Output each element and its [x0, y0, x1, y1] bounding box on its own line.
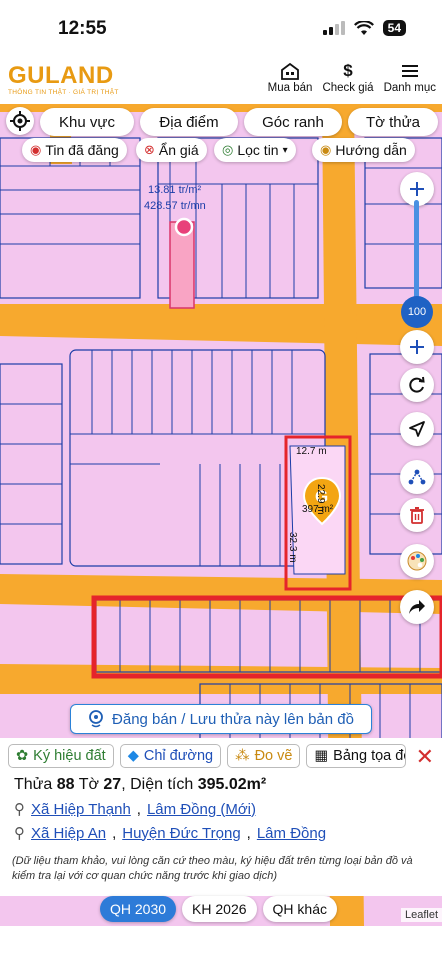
- old-address: ⚲ Xã Hiệp An, Huyện Đức Trọng, Lâm Đồng: [14, 824, 327, 843]
- refresh-icon: [409, 376, 425, 393]
- chip-filter[interactable]: ◎ Lọc tin ▾: [214, 138, 296, 162]
- measure-icon: ⁂: [235, 748, 250, 764]
- check-price-button[interactable]: $ Check giá: [322, 61, 373, 95]
- app-header: GULAND THÔNG TIN THẬT · GIÁ TRỊ THẬT Mua…: [0, 58, 442, 104]
- tool-row: ✿ Ký hiệu đất ◆ Chỉ đường ⁂ Đo vẽ ▦ Bảng…: [8, 744, 407, 768]
- parcel-info-panel: ✿ Ký hiệu đất ◆ Chỉ đường ⁂ Đo vẽ ▦ Bảng…: [0, 738, 442, 896]
- location-pin-icon: ⚲: [14, 825, 25, 842]
- table-icon: ▦: [314, 748, 329, 764]
- tab-qh-khac[interactable]: QH khác: [262, 896, 337, 922]
- location-filter-icon: ◎: [222, 142, 234, 157]
- signal-icon: [322, 21, 345, 35]
- chevron-down-icon: ▾: [282, 144, 288, 156]
- map-attribution[interactable]: Leaflet: [400, 908, 442, 922]
- location-pin-icon: ⚲: [14, 801, 25, 818]
- district-link[interactable]: Huyện Đức Trọng: [122, 825, 240, 842]
- tab-to-thua[interactable]: Tờ thửa: [348, 108, 438, 136]
- zoom-level-badge[interactable]: 100: [401, 296, 433, 328]
- tab-khu-vuc[interactable]: Khu vực: [40, 108, 134, 136]
- share-button[interactable]: [400, 590, 434, 624]
- dollar-icon: $: [343, 61, 353, 80]
- old-province-link[interactable]: Lâm Đồng: [257, 825, 326, 842]
- dim-top-label: 12.7 m: [296, 446, 327, 457]
- area-label: 397 m²: [302, 504, 334, 515]
- share-arrow-icon: [409, 600, 425, 614]
- coordinate-table-button[interactable]: ▦ Bảng tọa độ: [306, 744, 407, 768]
- navigation-arrow-icon: [409, 421, 425, 437]
- chip-posted-listings[interactable]: ◉ Tin đã đăng: [22, 138, 127, 162]
- directions-icon: ◆: [127, 748, 139, 764]
- plan-tabs: QH 2030 KH 2026 QH khác: [100, 896, 337, 922]
- chip-hide-price[interactable]: ⊗ Ẩn giá: [136, 138, 207, 162]
- listing-pin-icon: [174, 217, 194, 237]
- header-actions: Mua bán $ Check giá Danh mục: [268, 61, 436, 95]
- pin-post-icon: [89, 710, 103, 728]
- tab-goc-ranh[interactable]: Góc ranh: [244, 108, 342, 136]
- wifi-icon: [353, 20, 374, 35]
- plus-icon: [410, 182, 424, 196]
- old-ward-link[interactable]: Xã Hiệp An: [31, 825, 106, 842]
- crosshair-icon: [10, 111, 30, 131]
- close-panel-button[interactable]: ✕: [416, 744, 434, 770]
- tab-dia-diem[interactable]: Địa điểm: [140, 108, 238, 136]
- hide-price-icon: ⊗: [144, 142, 155, 157]
- gps-locate-button[interactable]: [6, 107, 34, 135]
- menu-button[interactable]: Danh mục: [384, 62, 436, 94]
- status-bar: 12:55 54: [0, 0, 442, 58]
- refresh-button[interactable]: [400, 368, 434, 402]
- province-link[interactable]: Lâm Đồng (Mới): [147, 801, 256, 818]
- ward-link[interactable]: Xã Hiệp Thạnh: [31, 801, 131, 818]
- chip-guide[interactable]: ◉ Hướng dẫn: [312, 138, 415, 162]
- trash-icon: [410, 507, 424, 524]
- eye-icon: ◉: [30, 142, 42, 157]
- guide-icon: ◉: [320, 142, 332, 157]
- status-time: 12:55: [58, 18, 107, 39]
- directions-button[interactable]: ◆ Chỉ đường: [119, 744, 222, 768]
- menu-icon: [401, 65, 418, 77]
- draw-vector-icon: [408, 469, 426, 485]
- draw-tool-button[interactable]: [400, 460, 434, 494]
- my-location-button[interactable]: [400, 412, 434, 446]
- color-theme-button[interactable]: [400, 544, 434, 578]
- zoom-slider-track[interactable]: [414, 200, 419, 300]
- battery-icon: 54: [382, 20, 406, 36]
- new-address: ⚲ Xã Hiệp Thạnh, Lâm Đồng (Mới): [14, 800, 256, 819]
- palette-icon: ✿: [16, 748, 29, 764]
- disclaimer-note: (Dữ liệu tham khảo, vui lòng căn cứ theo…: [12, 855, 413, 882]
- total-price-label: 428.57 tr/mn: [144, 200, 206, 212]
- post-listing-button[interactable]: Đăng bán / Lưu thửa này lên bản đồ: [70, 704, 372, 734]
- lot-title: Thửa 88 Tờ 27, Diện tích 395.02m²: [14, 776, 267, 793]
- guland-logo[interactable]: GULAND THÔNG TIN THẬT · GIÁ TRỊ THẬT: [8, 64, 119, 97]
- dim-left-label: 32.3 m: [287, 532, 298, 563]
- buy-sell-button[interactable]: Mua bán: [268, 62, 312, 94]
- zoom-in-button[interactable]: [400, 330, 434, 364]
- measure-button[interactable]: ⁂ Đo vẽ: [227, 744, 301, 768]
- tab-qh-2030[interactable]: QH 2030: [100, 896, 177, 922]
- house-icon: [281, 62, 299, 80]
- tab-kh-2026[interactable]: KH 2026: [182, 896, 257, 922]
- palette-icon: [407, 551, 427, 571]
- price-per-m2-label: 13.81 tr/m²: [148, 184, 202, 196]
- land-symbol-button[interactable]: ✿ Ký hiệu đất: [8, 744, 114, 768]
- plus-icon: [410, 340, 424, 354]
- status-icons: 54: [322, 20, 406, 36]
- delete-drawing-button[interactable]: [400, 498, 434, 532]
